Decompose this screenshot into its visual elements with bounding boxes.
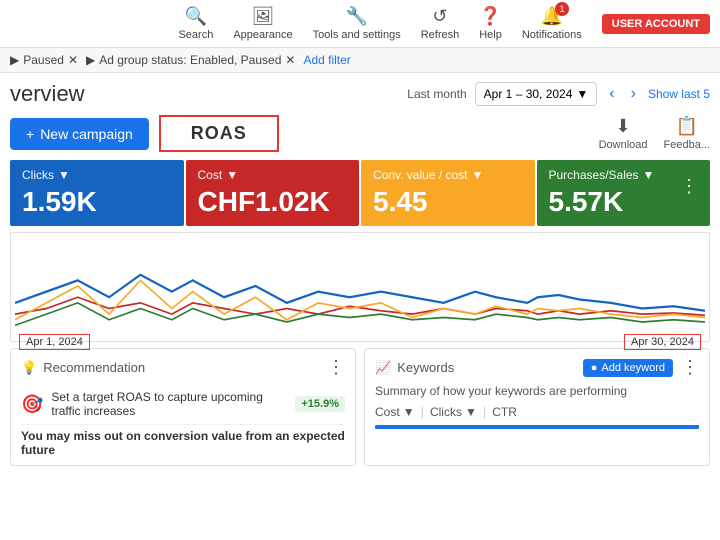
filter-bar: ▶ Paused ✕ ▶ Ad group status: Enabled, P… [0,48,720,73]
dropdown-arrow-icon: ▼ [58,168,70,182]
plus-icon: ● [591,362,598,374]
toolbar: 🔍 Search 🖼 Appearance 🔧 Tools and settin… [0,0,720,48]
keywords-menu-icon[interactable]: ⋮ [681,357,699,378]
metric-tiles: Clicks ▼ 1.59K Cost ▼ CHF1.02K Conv. val… [10,160,710,226]
dropdown-arrow-icon: ▼ [472,168,484,182]
rec-badge: +15.9% [295,396,345,412]
tile-cost: Cost ▼ CHF1.02K [186,160,360,226]
page-header: verview Last month Apr 1 – 30, 2024 ▼ ‹ … [0,73,720,111]
download-button[interactable]: ⬇ Download [599,116,648,151]
dropdown-arrow-icon: ▼ [226,168,238,182]
search-icon: 🔍 [185,6,207,27]
filter-tag-adgroup[interactable]: ▶ Ad group status: Enabled, Paused ✕ [86,53,295,67]
notification-badge: 1 [555,2,569,16]
tile-cost-value: CHF1.02K [198,186,348,218]
chart-area: Apr 1, 2024 Apr 30, 2024 [10,232,710,342]
col-clicks[interactable]: Clicks ▼ [430,404,477,419]
new-campaign-button[interactable]: + New campaign [10,118,149,150]
notifications-icon: 🔔1 [541,6,563,27]
rec-text: Set a target ROAS to capture upcoming tr… [51,390,287,418]
chevron-down-icon: ▼ [465,405,477,419]
top-row: + New campaign ROAS ⬇ Download 📋 Feedba.… [10,115,710,152]
roas-label: ROAS [191,123,247,143]
keywords-col-headers: Cost ▼ | Clicks ▼ | CTR [375,404,699,419]
main-content: + New campaign ROAS ⬇ Download 📋 Feedba.… [0,111,720,470]
keywords-icon: 📈 [375,360,391,376]
date-dropdown[interactable]: Apr 1 – 30, 2024 ▼ [475,82,598,106]
tile-purchases-label[interactable]: Purchases/Sales ▼ [549,168,681,182]
chart-end-date: Apr 30, 2024 [624,334,701,350]
date-label: Last month [407,87,466,101]
toolbar-appearance[interactable]: 🖼 Appearance [233,6,292,41]
page-title: verview [10,81,85,107]
chart-line-blue [15,275,705,311]
feedback-icon: 📋 [676,116,698,137]
tile-conv-value: 5.45 [373,186,523,218]
keywords-header: 📈 Keywords ● Add keyword ⋮ [375,357,699,378]
toolbar-notifications[interactable]: 🔔1 Notifications [522,6,582,41]
keywords-summary: Summary of how your keywords are perform… [375,384,699,398]
recommendation-menu-icon[interactable]: ⋮ [327,357,345,378]
col-ctr[interactable]: CTR [492,404,517,419]
chevron-down-icon: ▼ [576,87,588,101]
col-cost[interactable]: Cost ▼ [375,404,415,419]
recommendation-title: 💡 Recommendation [21,360,145,376]
chart-dates: Apr 1, 2024 Apr 30, 2024 [15,334,705,350]
lightbulb-icon: 💡 [21,360,37,376]
prev-period-button[interactable]: ‹ [605,83,618,105]
next-period-button[interactable]: › [627,83,640,105]
chart-svg [15,241,705,331]
tile-purchases-value: 5.57K [549,186,681,218]
chart-line-yellow [15,280,705,319]
toolbar-help[interactable]: ❓ Help [479,6,502,41]
refresh-icon: ↺ [432,6,447,27]
tile-conv-value: Conv. value / cost ▼ 5.45 [361,160,535,226]
tools-icon: 🔧 [345,6,367,27]
chevron-down-icon: ▼ [403,405,415,419]
tile-cost-label[interactable]: Cost ▼ [198,168,348,182]
keywords-bar [375,425,699,429]
roas-box: ROAS [159,115,279,152]
tile-clicks: Clicks ▼ 1.59K [10,160,184,226]
action-icons: ⬇ Download 📋 Feedba... [599,116,710,151]
feedback-button[interactable]: 📋 Feedba... [664,116,710,151]
help-icon: ❓ [479,6,501,27]
user-account[interactable]: USER ACCOUNT [602,14,710,34]
rec-description: You may miss out on conversion value fro… [21,429,345,457]
tile-conv-label[interactable]: Conv. value / cost ▼ [373,168,523,182]
keywords-actions: ● Add keyword ⋮ [583,357,699,378]
plus-icon: + [26,126,34,142]
recommendation-row: 🎯 Set a target ROAS to capture upcoming … [21,384,345,425]
toolbar-refresh[interactable]: ↺ Refresh [421,6,460,41]
toolbar-tools[interactable]: 🔧 Tools and settings [313,6,401,41]
tile-more-icon[interactable]: ⋮ [680,168,698,197]
target-icon: 🎯 [21,394,43,415]
recommendation-header: 💡 Recommendation ⋮ [21,357,345,378]
appearance-icon: 🖼 [252,6,275,27]
add-keyword-button[interactable]: ● Add keyword [583,359,673,377]
show-last-button[interactable]: Show last 5 [648,87,710,101]
tile-purchases: Purchases/Sales ▼ 5.57K ⋮ [537,160,711,226]
recommendation-panel: 💡 Recommendation ⋮ 🎯 Set a target ROAS t… [10,348,356,466]
toolbar-search[interactable]: 🔍 Search [178,6,213,41]
keywords-panel: 📈 Keywords ● Add keyword ⋮ Summary of ho… [364,348,710,466]
date-controls: Last month Apr 1 – 30, 2024 ▼ ‹ › Show l… [407,82,710,106]
tile-clicks-label[interactable]: Clicks ▼ [22,168,172,182]
add-filter-button[interactable]: Add filter [303,53,350,67]
dropdown-arrow-icon: ▼ [643,168,655,182]
tile-clicks-value: 1.59K [22,186,172,218]
keywords-title: 📈 Keywords [375,360,454,376]
chart-start-date: Apr 1, 2024 [19,334,90,350]
download-icon: ⬇ [616,116,631,137]
bottom-panels: 💡 Recommendation ⋮ 🎯 Set a target ROAS t… [10,348,710,466]
filter-tag-status[interactable]: ▶ Paused ✕ [10,53,78,67]
